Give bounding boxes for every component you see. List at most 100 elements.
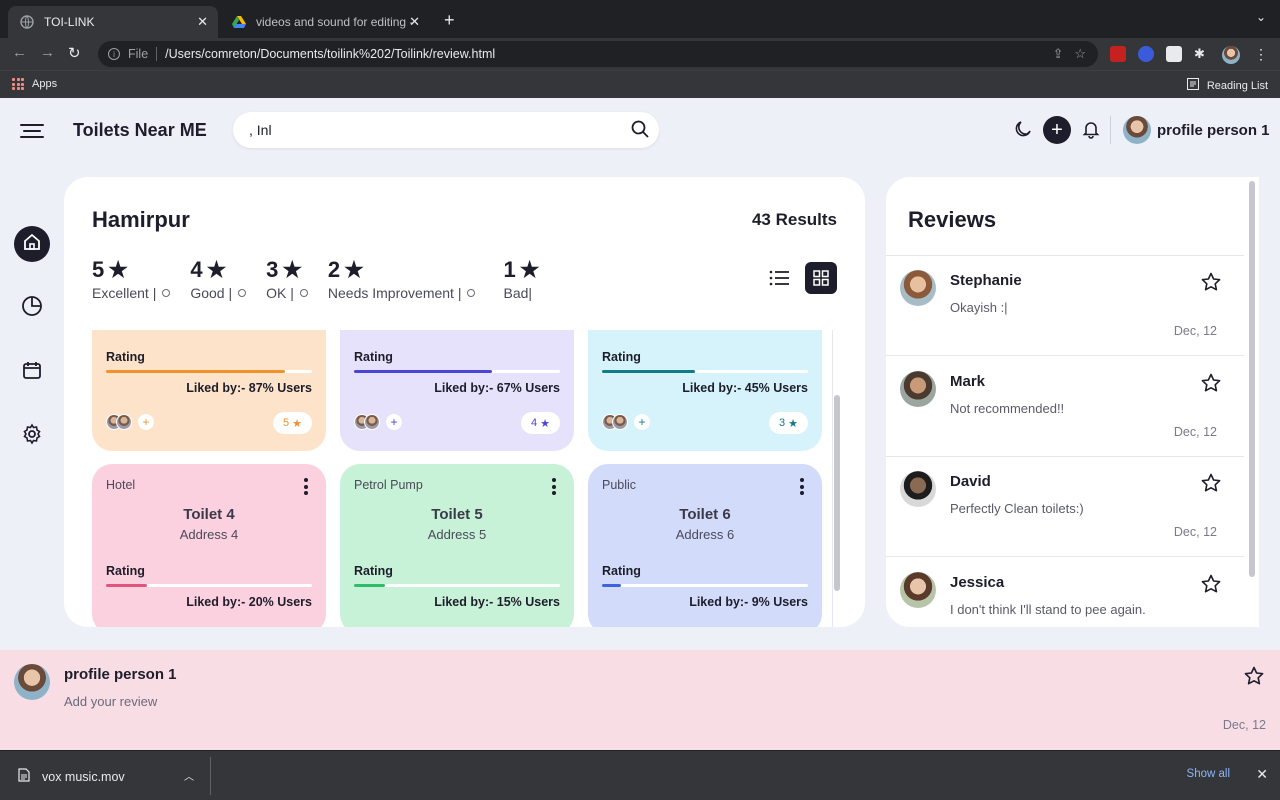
extension-gear-icon[interactable] bbox=[1138, 46, 1154, 62]
rating-number: 4 bbox=[190, 257, 203, 282]
toilet-card[interactable]: Rating Liked by:- 67% Users +4 ★ bbox=[340, 330, 574, 451]
left-nav bbox=[14, 226, 50, 482]
browser-menu-icon[interactable]: ⋮ bbox=[1254, 46, 1270, 62]
rating-progress-fill bbox=[602, 584, 621, 587]
plus-icon[interactable]: + bbox=[386, 414, 402, 430]
review-text: Okayish :| bbox=[950, 300, 1008, 315]
rating-progress-bar bbox=[354, 370, 560, 373]
back-icon[interactable]: ← bbox=[12, 44, 27, 61]
list-view-icon[interactable] bbox=[763, 262, 795, 294]
review-date: Dec, 12 bbox=[1173, 324, 1217, 338]
show-all-downloads-link[interactable]: Show all bbox=[1187, 768, 1230, 780]
liked-by-text: Liked by:- 67% Users bbox=[434, 381, 560, 395]
radio-button[interactable] bbox=[299, 289, 308, 297]
forward-icon[interactable]: → bbox=[40, 44, 55, 61]
toilet-card[interactable]: Rating Liked by:- 45% Users +3 ★ bbox=[588, 330, 822, 451]
home-icon bbox=[22, 232, 42, 257]
profile-menu[interactable]: profile person 1 bbox=[1123, 116, 1270, 144]
star-rating-badge: 3 ★ bbox=[769, 412, 808, 434]
tab-search-chevron-icon[interactable]: ⌄ bbox=[1256, 10, 1266, 24]
nav-home[interactable] bbox=[14, 226, 50, 262]
extension-notion-icon[interactable] bbox=[1166, 46, 1182, 62]
rating-filter-5[interactable]: 5 ★ Excellent | bbox=[92, 257, 171, 301]
reload-icon[interactable]: ↻ bbox=[68, 44, 81, 62]
toilet-card[interactable]: Rating Liked by:- 87% Users +5 ★ bbox=[92, 330, 326, 451]
toilet-card[interactable]: Hotel Toilet 4 Address 4 Rating Liked by:- 2… bbox=[92, 464, 326, 627]
close-icon[interactable]: ✕ bbox=[1256, 766, 1268, 783]
nav-calendar[interactable] bbox=[14, 354, 50, 390]
star-icon[interactable] bbox=[1201, 574, 1221, 599]
chevron-up-icon[interactable]: ︿ bbox=[184, 768, 194, 783]
avatar bbox=[900, 571, 936, 608]
review-date: Dec, 12 bbox=[1174, 626, 1217, 628]
toilet-type: Petrol Pump bbox=[354, 478, 423, 492]
plus-icon[interactable]: + bbox=[138, 414, 154, 430]
tab-toi-link[interactable]: TOI-LINK ✕ bbox=[8, 6, 218, 38]
extensions-puzzle-icon[interactable]: ✱ bbox=[1194, 46, 1210, 62]
tab-drive[interactable]: videos and sound for editing - ✕ bbox=[220, 6, 430, 38]
share-star-icons[interactable]: ⇪ ☆ bbox=[1053, 46, 1086, 62]
close-tab-icon[interactable]: ✕ bbox=[409, 14, 420, 30]
info-icon[interactable]: i bbox=[108, 48, 120, 60]
reviewer-name: David bbox=[950, 473, 991, 490]
avatar bbox=[900, 370, 936, 407]
search-bar bbox=[233, 112, 659, 148]
downloads-bar: vox music.mov ︿ Show all ✕ bbox=[0, 750, 1280, 800]
rating-label: Rating bbox=[354, 564, 393, 578]
tab-title: TOI-LINK bbox=[44, 15, 95, 29]
star-icon: ★ bbox=[788, 417, 798, 430]
star-icon[interactable] bbox=[1201, 473, 1221, 498]
review-text: Perfectly Clean toilets:) bbox=[950, 501, 1084, 516]
extension-youtube-icon[interactable] bbox=[1110, 46, 1126, 62]
reviewer-avatars: + bbox=[602, 414, 650, 430]
toilet-type: Hotel bbox=[106, 478, 136, 492]
rating-progress-bar bbox=[354, 584, 560, 587]
url-omnibox[interactable]: i File /Users/comreton/Documents/toilink… bbox=[98, 41, 1098, 67]
rating-filter-1[interactable]: 1 ★ Bad| bbox=[503, 257, 539, 301]
add-toilet-button[interactable]: + bbox=[1043, 116, 1071, 144]
profile-name: profile person 1 bbox=[1157, 121, 1270, 139]
rating-filter-2[interactable]: 2 ★ Needs Improvement | bbox=[328, 257, 476, 301]
more-options-icon[interactable] bbox=[552, 478, 556, 498]
close-tab-icon[interactable]: ✕ bbox=[197, 14, 208, 30]
dark-mode-moon-icon[interactable] bbox=[1013, 119, 1033, 144]
search-icon[interactable] bbox=[631, 120, 649, 141]
notification-bell-icon[interactable] bbox=[1081, 119, 1101, 144]
more-options-icon[interactable] bbox=[304, 478, 308, 498]
radio-button[interactable] bbox=[238, 289, 247, 297]
radio-button[interactable] bbox=[162, 289, 171, 297]
star-rating-icon[interactable] bbox=[1244, 666, 1264, 691]
rating-filter-4[interactable]: 4 ★ Good | bbox=[190, 257, 247, 301]
star-icon: ★ bbox=[519, 257, 540, 282]
review-date: Dec, 12 bbox=[1222, 718, 1266, 732]
app-root: Toilets Near ME + profile person 1 bbox=[0, 98, 1280, 650]
toilet-card[interactable]: Public Toilet 6 Address 6 Rating Liked by:- … bbox=[588, 464, 822, 627]
new-tab-icon[interactable]: + bbox=[444, 10, 455, 31]
address-bar-row: ← → ↻ i File /Users/comreton/Documents/t… bbox=[0, 38, 1280, 70]
nav-stats[interactable] bbox=[14, 290, 50, 326]
menu-toggle-icon[interactable] bbox=[20, 124, 44, 142]
toilet-card-grid: Rating Liked by:- 87% Users +5 ★ Rating Liked… bbox=[92, 330, 844, 627]
browser-profile-avatar[interactable] bbox=[1222, 46, 1240, 64]
rating-label: Rating bbox=[602, 564, 641, 578]
reading-list-button[interactable]: Reading List bbox=[1186, 78, 1268, 93]
reviews-scrollbar[interactable] bbox=[1245, 177, 1259, 627]
star-icon[interactable] bbox=[1201, 272, 1221, 297]
rating-progress-fill bbox=[602, 370, 695, 373]
more-options-icon[interactable] bbox=[800, 478, 804, 498]
rating-number: 5 bbox=[92, 257, 105, 282]
plus-icon[interactable]: + bbox=[634, 414, 650, 430]
download-item[interactable]: vox music.mov bbox=[18, 768, 125, 785]
star-icon[interactable] bbox=[1201, 373, 1221, 398]
toilet-card[interactable]: Petrol Pump Toilet 5 Address 5 Rating Liked … bbox=[340, 464, 574, 627]
grid-view-icon[interactable] bbox=[805, 262, 837, 294]
nav-settings[interactable] bbox=[14, 418, 50, 454]
cards-scrollbar-thumb[interactable] bbox=[834, 395, 840, 591]
add-review-input[interactable]: Add your review bbox=[64, 694, 157, 709]
apps-bookmark[interactable]: Apps bbox=[12, 78, 57, 90]
reviews-scrollbar-thumb[interactable] bbox=[1249, 181, 1255, 577]
radio-button[interactable] bbox=[467, 289, 476, 297]
rating-filter-3[interactable]: 3 ★ OK | bbox=[266, 257, 308, 301]
rating-progress-bar bbox=[602, 370, 808, 373]
search-input[interactable] bbox=[249, 122, 609, 138]
